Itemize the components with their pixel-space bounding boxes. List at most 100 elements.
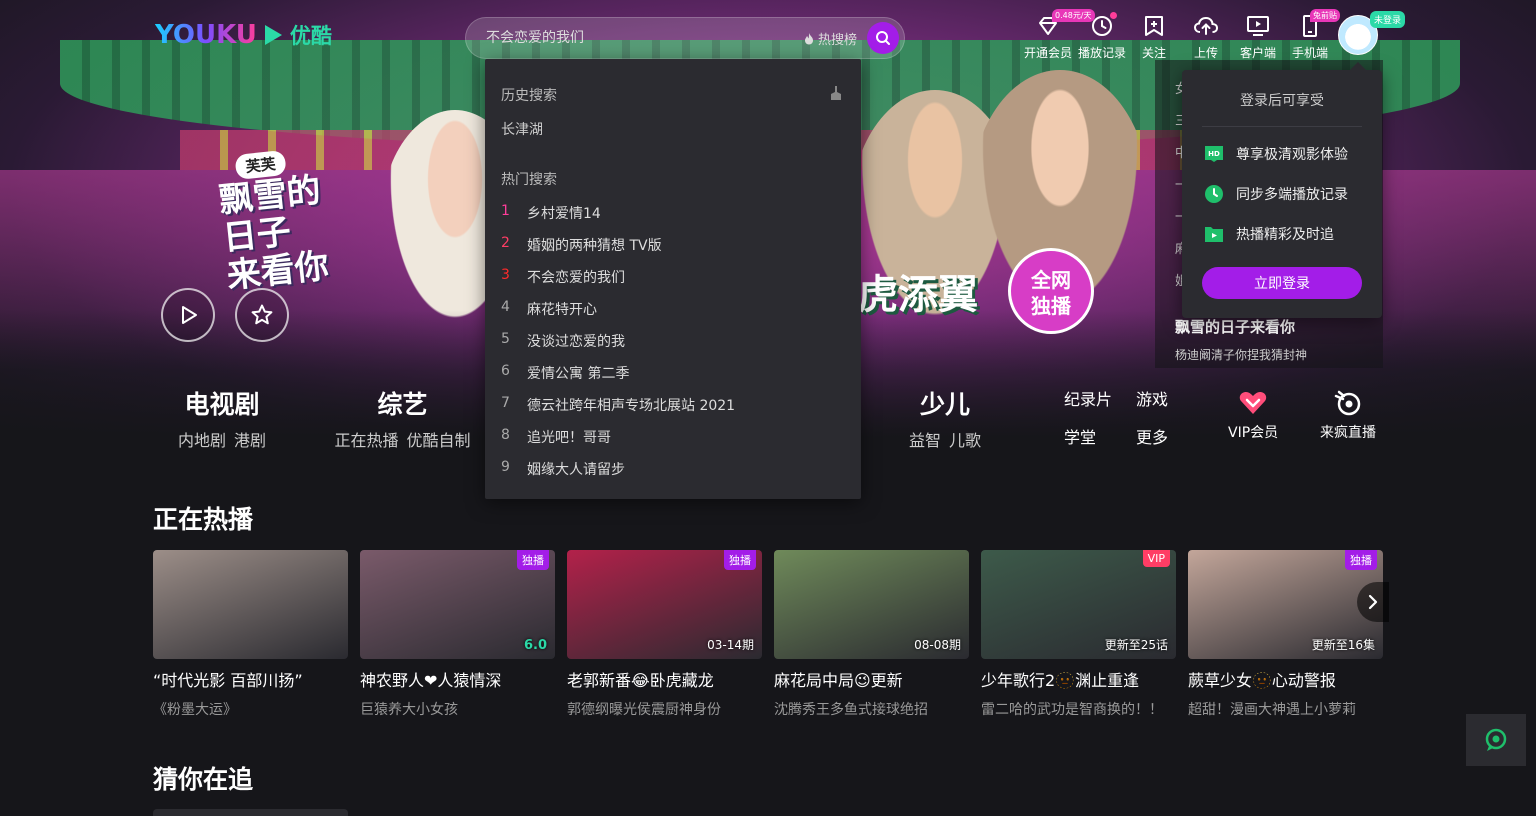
- hero-play-button[interactable]: [161, 288, 215, 342]
- category-tv[interactable]: 电视剧 内地剧 港剧: [172, 385, 272, 451]
- category-kids[interactable]: 少儿 益智 儿歌: [900, 385, 990, 451]
- not-logged-in-tag: 未登录: [1370, 11, 1406, 28]
- video-title[interactable]: 少年歌行2🫥渊止重逢: [981, 667, 1176, 691]
- category-title[interactable]: 电视剧: [172, 385, 272, 421]
- video-title[interactable]: 神农野人❤人猿情深: [360, 667, 555, 691]
- hot-search-item[interactable]: 2 婚姻的两种猜想 TV版: [501, 235, 662, 255]
- nav-mobile[interactable]: 兔前贴 手机端: [1284, 9, 1340, 61]
- video-card[interactable]: 独播 6.0 神农野人❤人猿情深 巨猿养大小女孩: [360, 550, 555, 719]
- nav-client-label: 客户端: [1239, 46, 1276, 60]
- hot-search-item[interactable]: 8 追光吧！哥哥: [501, 427, 611, 447]
- hot-search-item[interactable]: 6 爱情公寓 第二季: [501, 363, 629, 383]
- monitor-play-icon: [1247, 16, 1269, 36]
- video-card[interactable]: 独播 03-14期 老郭新番😂卧虎藏龙 郭德纲曝光侯震厨神身份: [567, 550, 762, 719]
- hot-rank: 1: [501, 203, 510, 219]
- nav-follow[interactable]: 关注: [1128, 12, 1180, 61]
- youku-logo[interactable]: YOUKU 优酷: [155, 20, 332, 50]
- search-bar: 热搜榜: [465, 17, 905, 59]
- hot-search-item[interactable]: 3 不会恋爱的我们: [501, 267, 625, 287]
- login-popover: 登录后可享受 HD 尊享极清观影体验 同步多端播放记录 热播精彩及时追 立即登录: [1182, 62, 1382, 318]
- category-sub-link[interactable]: 益智: [909, 427, 941, 451]
- nav-history-label: 播放记录: [1077, 46, 1126, 60]
- login-button[interactable]: 立即登录: [1202, 267, 1362, 299]
- cloud-upload-icon: [1193, 16, 1219, 35]
- video-subtitle: 沈腾秀王多鱼式接球绝招: [774, 702, 928, 718]
- category-vip[interactable]: VIP会员: [1228, 390, 1278, 442]
- category-games[interactable]: 游戏: [1136, 386, 1168, 410]
- laifeng-icon: [1334, 390, 1361, 416]
- hot-rank: 7: [501, 395, 510, 411]
- hot-search-text: 麻花特开心: [527, 302, 597, 318]
- hot-search-item[interactable]: 7 德云社跨年相声专场北展站 2021: [501, 395, 735, 415]
- logo-play-icon: [264, 25, 282, 45]
- category-sub-link[interactable]: 内地剧: [178, 427, 226, 451]
- divider: [1202, 126, 1362, 127]
- nav-client[interactable]: 客户端: [1232, 12, 1284, 61]
- hot-search-title: 热门搜索: [501, 172, 557, 188]
- category-vip-label: VIP会员: [1228, 425, 1279, 441]
- category-documentary[interactable]: 纪录片: [1064, 386, 1112, 410]
- video-thumbnail[interactable]: 独播 03-14期: [567, 550, 762, 659]
- category-school[interactable]: 学堂: [1064, 424, 1096, 448]
- vip-heart-icon: [1239, 392, 1267, 414]
- video-title[interactable]: “时代光影 百部川扬”: [153, 667, 348, 691]
- nav-upload-label: 上传: [1193, 46, 1218, 60]
- hot-rank: 4: [501, 299, 510, 315]
- category-more[interactable]: 更多: [1136, 424, 1168, 448]
- episode-label: 03-14期: [707, 638, 754, 652]
- video-thumbnail[interactable]: 独播 更新至16集: [1188, 550, 1383, 659]
- video-title[interactable]: 麻花局中局😉更新: [774, 667, 969, 691]
- video-thumbnail[interactable]: 独播 6.0: [360, 550, 555, 659]
- carousel-next-button[interactable]: [1357, 582, 1389, 622]
- video-card[interactable]: 08-08期 麻花局中局😉更新 沈腾秀王多鱼式接球绝招: [774, 550, 969, 719]
- video-title[interactable]: 蕨草少女🫥心动警报: [1188, 667, 1383, 691]
- category-sub-link[interactable]: 正在热播: [334, 427, 398, 451]
- hot-search-text: 追光吧！哥哥: [527, 430, 611, 446]
- hd-icon: HD: [1205, 146, 1223, 162]
- hot-search-item[interactable]: 4 麻花特开心: [501, 299, 597, 319]
- video-card[interactable]: VIP 更新至25话 少年歌行2🫥渊止重逢 雷二哈的武功是智商换的！！: [981, 550, 1176, 719]
- video-card[interactable]: 独播 更新至16集 蕨草少女🫥心动警报 超甜！漫画大神遇上小萝莉: [1188, 550, 1383, 719]
- bookmark-plus-icon: [1145, 16, 1163, 36]
- hot-search-item[interactable]: 1 乡村爱情14: [501, 203, 601, 223]
- video-title[interactable]: 老郭新番😂卧虎藏龙: [567, 667, 762, 691]
- hot-search-item[interactable]: 9 姻缘大人请留步: [501, 459, 625, 479]
- video-subtitle: 巨猿养大小女孩: [360, 702, 458, 718]
- hot-search-item[interactable]: 5 没谈过恋爱的我: [501, 331, 625, 351]
- guess-card-peek[interactable]: [153, 809, 348, 816]
- nav-upload[interactable]: 上传: [1180, 12, 1232, 61]
- hero-current-title[interactable]: 飘雪的日子来看你: [1175, 316, 1295, 337]
- hot-rank: 8: [501, 427, 510, 443]
- category-variety[interactable]: 综艺 正在热播 优酷自制: [330, 385, 475, 451]
- hero-favorite-button[interactable]: [235, 288, 289, 342]
- nav-follow-label: 关注: [1141, 46, 1166, 60]
- customer-service-button[interactable]: [1466, 714, 1526, 766]
- category-title[interactable]: 综艺: [330, 385, 475, 421]
- logo-cn: 优酷: [289, 24, 332, 48]
- hot-search-link[interactable]: 热搜榜: [803, 29, 857, 48]
- hot-now-cards: “时代光影 百部川扬” 《粉墨大运》 独播 6.0 神农野人❤人猿情深 巨猿养大…: [153, 550, 1383, 719]
- episode-label: 更新至16集: [1311, 638, 1375, 652]
- clear-history-button[interactable]: [829, 85, 843, 105]
- broom-icon: [831, 86, 841, 100]
- vip-badge: VIP: [1142, 550, 1170, 567]
- search-button[interactable]: [867, 22, 899, 54]
- history-search-item[interactable]: 长津湖: [501, 119, 543, 139]
- video-thumbnail[interactable]: 08-08期: [774, 550, 969, 659]
- category-laifeng[interactable]: 来疯直播: [1320, 390, 1376, 442]
- video-thumbnail[interactable]: [153, 550, 348, 659]
- score-label: 6.0: [523, 638, 547, 653]
- category-sub-link[interactable]: 优酷自制: [407, 427, 471, 451]
- video-card[interactable]: “时代光影 百部川扬” 《粉墨大运》: [153, 550, 348, 719]
- category-laifeng-label: 来疯直播: [1320, 425, 1376, 441]
- video-thumbnail[interactable]: VIP 更新至25话: [981, 550, 1176, 659]
- category-sub-link[interactable]: 儿歌: [949, 427, 981, 451]
- nav-history[interactable]: 播放记录: [1076, 12, 1128, 61]
- login-benefit-text: 尊享极清观影体验: [1236, 147, 1348, 163]
- nav-vip[interactable]: 0.48元/天 开通会员: [1020, 9, 1095, 61]
- section-title-guess: 猜你在追: [153, 765, 254, 794]
- category-sub-link[interactable]: 港剧: [234, 427, 266, 451]
- video-subtitle: 雷二哈的武功是智商换的！！: [981, 702, 1163, 718]
- category-title[interactable]: 少儿: [900, 385, 990, 421]
- search-input[interactable]: [466, 30, 803, 46]
